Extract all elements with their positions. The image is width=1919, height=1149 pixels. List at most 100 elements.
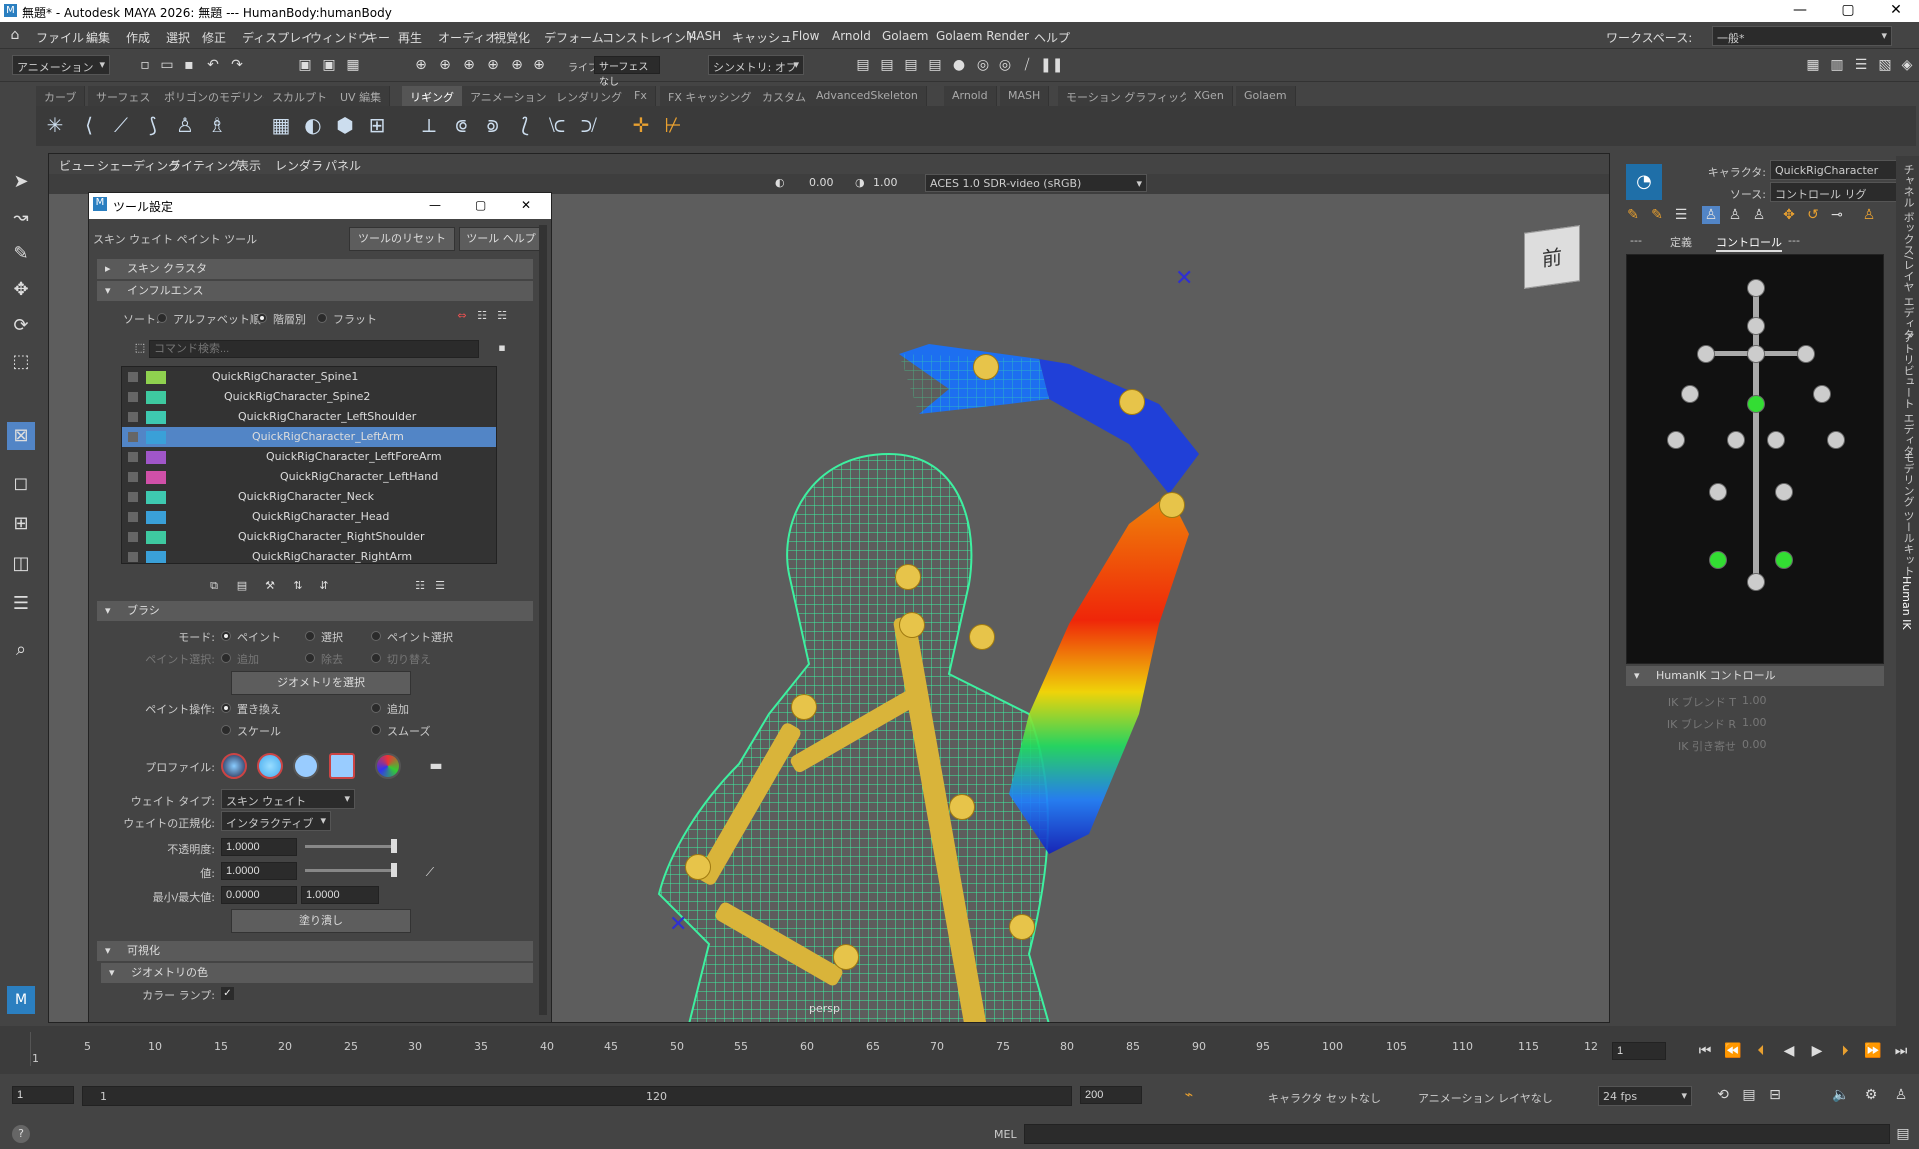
list-item[interactable]: QuickRigCharacter_LeftShoulder (122, 407, 496, 427)
list-icon[interactable]: ☵ (493, 307, 511, 325)
go-to-start-icon[interactable]: ⏮ (1696, 1042, 1714, 1060)
menu-key[interactable]: キー (366, 29, 390, 46)
go-to-end-icon[interactable]: ⏭ (1892, 1042, 1910, 1060)
new-scene-icon[interactable]: ▫ (136, 56, 154, 74)
list-icon[interactable]: ☰ (431, 577, 449, 595)
step-back-frame-icon[interactable]: ⏴ (1752, 1042, 1770, 1060)
shelf-tab-arnold[interactable]: Arnold (944, 86, 997, 106)
snap-view-icon[interactable]: ⊕ (484, 56, 502, 74)
lock-icon[interactable] (128, 512, 138, 522)
list-item[interactable]: QuickRigCharacter_LeftForeArm (122, 447, 496, 467)
outliner-icon[interactable]: ☰ (7, 590, 35, 618)
profile-image-icon[interactable] (375, 753, 401, 779)
snap-surface-icon[interactable]: ⊕ (508, 56, 526, 74)
paint-select-tool-icon[interactable]: ✎ (7, 240, 35, 268)
four-view-icon[interactable]: ⊞ (7, 510, 35, 538)
quick-rig-icon[interactable]: ♙ (172, 112, 198, 138)
shelf-tab-rigging[interactable]: リギング (402, 86, 463, 106)
reset-pose-icon[interactable]: ↺ (1804, 206, 1822, 224)
list-item[interactable]: QuickRigCharacter_RightArm (122, 547, 496, 563)
section-influence[interactable]: インフルエンス (97, 281, 533, 301)
aim-constraint-icon[interactable]: ⟈ (544, 112, 570, 138)
hik-chest-joint[interactable] (1747, 345, 1765, 363)
reset-tool-button[interactable]: ツールのリセット (349, 227, 455, 251)
mode-select-radio[interactable] (305, 631, 315, 641)
shelf-tab-curves[interactable]: カーブ (36, 86, 86, 106)
section-humanik-controls[interactable]: HumanIK コントロール (1626, 666, 1884, 686)
paste-weights-icon[interactable]: ▤ (233, 577, 251, 595)
paint-op-replace-radio[interactable] (221, 703, 231, 713)
step-forward-key-icon[interactable]: ⏩ (1864, 1042, 1882, 1060)
view-cube[interactable]: 前 (1524, 225, 1580, 289)
pause-icon[interactable]: ❚❚ (1040, 56, 1063, 74)
cluster-icon[interactable]: ⊞ (364, 112, 390, 138)
opacity-slider[interactable] (305, 839, 397, 853)
fps-dropdown[interactable]: 24 fps (1598, 1086, 1692, 1106)
pin-icon[interactable]: ▪ (493, 339, 511, 357)
hik-right-foot-joint[interactable] (1775, 551, 1793, 569)
render-view-icon[interactable]: ▤ (854, 56, 872, 74)
character-icon[interactable]: ♙ (1892, 1086, 1910, 1104)
filter-icon[interactable]: ⬚ (131, 339, 149, 357)
prune-icon[interactable]: ⇔ (453, 307, 471, 325)
menu-visualize[interactable]: 視覚化 (494, 29, 530, 46)
ik-handle-icon[interactable]: ⟋ (108, 112, 134, 138)
value-field[interactable] (221, 862, 297, 880)
maximize-button[interactable]: ▢ (475, 198, 486, 212)
hypershade-icon[interactable]: ● (950, 56, 968, 74)
list-item[interactable]: QuickRigCharacter_LeftArm (122, 427, 496, 447)
sound-icon[interactable]: 🔈 (1832, 1086, 1850, 1104)
range-inner-end[interactable]: 120 (646, 1090, 667, 1103)
source-dropdown[interactable]: コントロール リグ (1770, 182, 1908, 202)
live-surface-field[interactable]: サーフェスなし (594, 56, 660, 88)
snap-vertex-icon[interactable]: ⊕ (530, 56, 548, 74)
side-tab-attribute-editor[interactable]: アトリビュート エディタ (1900, 332, 1916, 457)
workspace-dropdown[interactable]: 一般* (1712, 26, 1892, 46)
playback-options-icon[interactable]: ⊟ (1766, 1086, 1784, 1104)
lock-icon[interactable] (128, 412, 138, 422)
lock-icon[interactable] (128, 392, 138, 402)
minimize-button[interactable]: — (429, 198, 441, 212)
animation-prefs-icon[interactable]: ⚙ (1862, 1086, 1880, 1104)
min-value-field[interactable] (221, 886, 297, 904)
play-forward-icon[interactable]: ▶ (1808, 1042, 1826, 1060)
paint-op-add-radio[interactable] (371, 703, 381, 713)
hik-right-hand-joint[interactable] (1827, 431, 1845, 449)
range-inner-start[interactable]: 1 (100, 1090, 107, 1103)
section-geometry-color[interactable]: ジオメトリの色 (101, 963, 533, 983)
shelf-tab-animation[interactable]: アニメーション (462, 86, 556, 106)
lasso-tool-icon[interactable]: ↝ (7, 204, 35, 232)
hik-reach-joint[interactable] (1747, 573, 1765, 591)
menu-mash[interactable]: MASH (686, 29, 721, 43)
eyedropper-icon[interactable]: ⟋ (421, 863, 439, 881)
menu-modify[interactable]: 修正 (202, 29, 226, 46)
lock-icon[interactable] (128, 372, 138, 382)
humanik-icon[interactable]: ♗ (204, 112, 230, 138)
hik-right-elbow-joint[interactable] (1813, 385, 1831, 403)
menu-golaem[interactable]: Golaem (882, 29, 928, 43)
menu-set-dropdown[interactable]: アニメーション (12, 55, 110, 75)
tool-help-button[interactable]: ツール ヘルプ (459, 227, 543, 251)
start-time-field[interactable] (12, 1086, 74, 1104)
parent-constraint-icon[interactable]: ⟂ (416, 112, 442, 138)
hik-left-foot-joint[interactable] (1709, 551, 1727, 569)
point-constraint-icon[interactable]: ⟃ (448, 112, 474, 138)
shelf-tab-golaem[interactable]: Golaem (1236, 86, 1296, 106)
hik-hips-joint[interactable] (1747, 395, 1765, 413)
locator-icon[interactable]: ✛ (628, 112, 654, 138)
maximize-button[interactable]: ▢ (1828, 2, 1868, 18)
menu-create[interactable]: 作成 (126, 29, 150, 46)
shelf-tab-uv-editing[interactable]: UV 編集 (332, 86, 391, 106)
anim-layer-label[interactable]: アニメーション レイヤなし (1418, 1090, 1553, 1106)
snap-curve-icon[interactable]: ⊕ (436, 56, 454, 74)
select-component-icon[interactable]: ▦ (344, 56, 362, 74)
paint-weights-icon[interactable]: ◐ (300, 112, 326, 138)
scrollbar[interactable] (539, 225, 547, 1015)
profile-square-icon[interactable] (329, 753, 355, 779)
menu-arnold[interactable]: Arnold (832, 29, 871, 43)
ipr-render-icon[interactable]: ▤ (902, 56, 920, 74)
maya-home-icon[interactable]: M (7, 986, 35, 1014)
insert-joint-icon[interactable]: ⟨ (76, 112, 102, 138)
pole-vector-icon[interactable]: ⟉ (576, 112, 602, 138)
side-tab-human-ik[interactable]: Human IK (1900, 576, 1913, 630)
